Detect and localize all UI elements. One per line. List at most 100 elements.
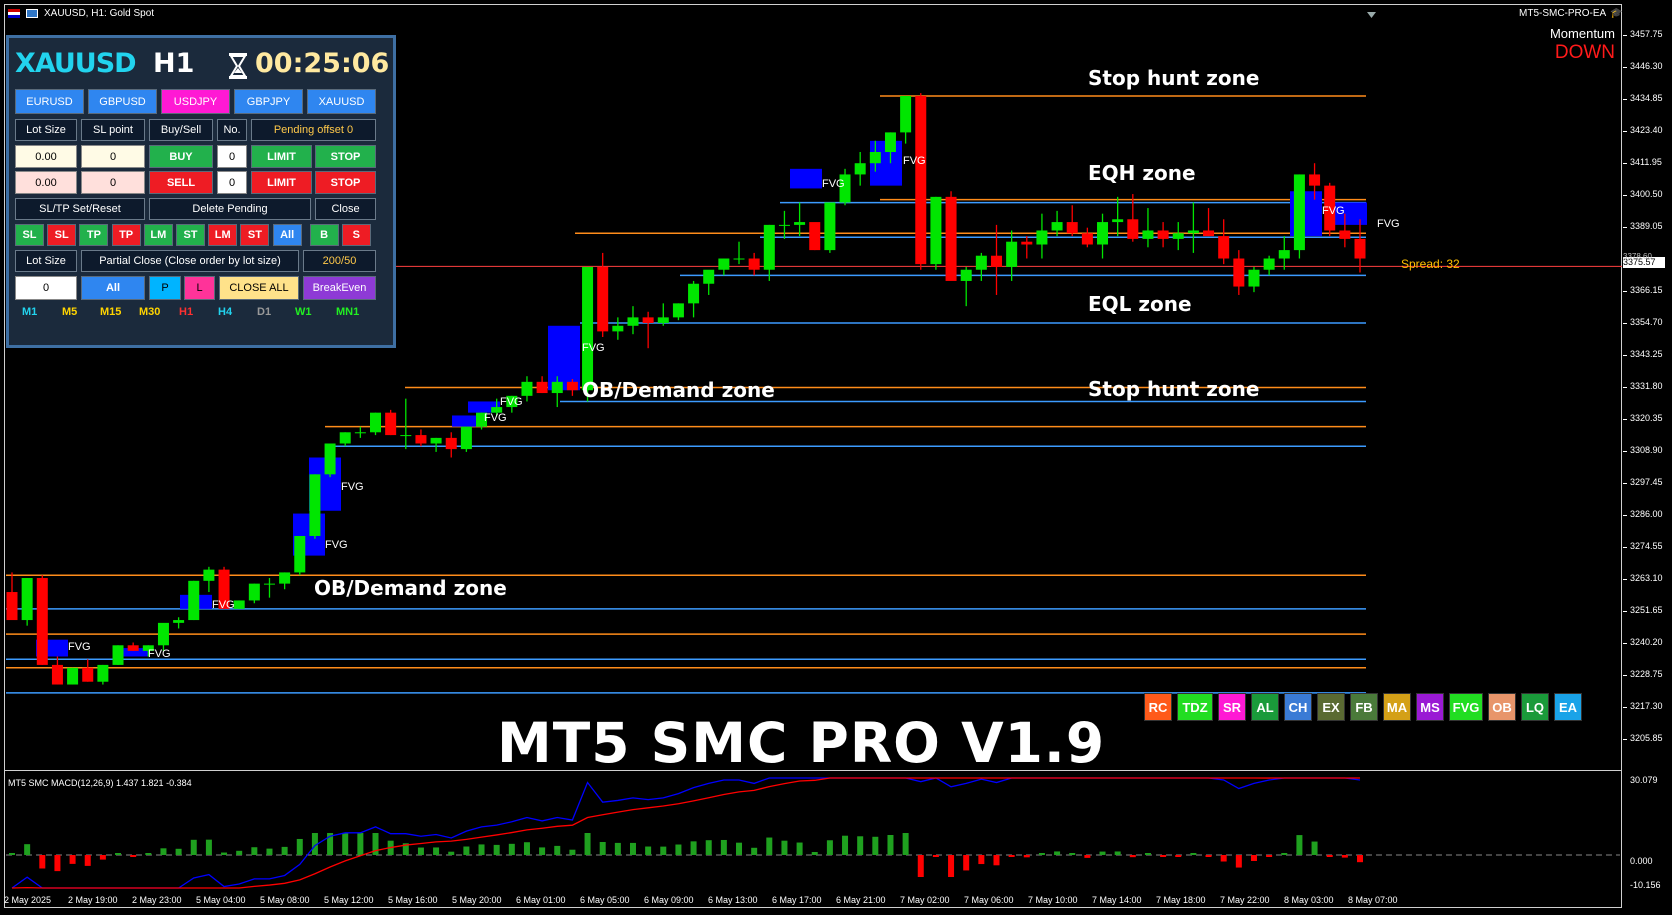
small-button-b[interactable]: B <box>309 224 339 246</box>
tf-mn1[interactable]: MN1 <box>336 306 359 318</box>
macd-histogram-bar <box>857 836 864 855</box>
sell-number-input[interactable] <box>217 171 247 194</box>
header-buy-sell: Buy/Sell <box>149 119 213 141</box>
sell-sl-input[interactable] <box>81 171 145 194</box>
tf-w1[interactable]: W1 <box>295 306 312 318</box>
sltp-set-reset-label[interactable]: SL/TP Set/Reset <box>15 198 145 220</box>
buy-limit-button[interactable]: LIMIT <box>251 145 312 168</box>
header-sl-point: SL point <box>81 119 145 141</box>
sell-button[interactable]: SELL <box>149 171 213 194</box>
macd-histogram-bar <box>433 847 440 855</box>
close-all-lots-button[interactable]: All <box>81 276 145 300</box>
pair-button-gbpjpy[interactable]: GBPJPY <box>234 89 303 114</box>
time-tick: 7 May 18:00 <box>1156 895 1206 905</box>
macd-histogram-bar <box>993 855 1000 866</box>
tf-h1[interactable]: H1 <box>179 306 193 318</box>
close-label[interactable]: Close <box>315 198 376 220</box>
time-tick: 8 May 03:00 <box>1284 895 1334 905</box>
time-tick: 7 May 22:00 <box>1220 895 1270 905</box>
time-tick: 6 May 05:00 <box>580 895 630 905</box>
macd-histogram-bar <box>9 853 15 855</box>
close-profit-button[interactable]: P <box>149 276 181 300</box>
panel-timer: 00:25:06 <box>255 48 390 79</box>
buy-number-input[interactable] <box>217 145 247 168</box>
macd-histogram-bar <box>251 847 258 855</box>
tf-h4[interactable]: H4 <box>218 306 232 318</box>
macd-histogram-bar <box>539 847 546 855</box>
time-tick: 8 May 07:00 <box>1348 895 1398 905</box>
sell-stop-button[interactable]: STOP <box>315 171 376 194</box>
macd-histogram-bar <box>599 841 606 855</box>
macd-histogram-bar <box>660 846 667 855</box>
delete-pending-label[interactable]: Delete Pending <box>149 198 311 220</box>
macd-histogram-bar <box>342 833 349 855</box>
time-tick: 7 May 14:00 <box>1092 895 1142 905</box>
macd-histogram-bar <box>675 844 682 855</box>
buy-stop-button[interactable]: STOP <box>315 145 376 168</box>
time-tick: 6 May 21:00 <box>836 895 886 905</box>
small-button-lm-buy[interactable]: LM <box>143 224 173 246</box>
macd-histogram-bar <box>1190 853 1197 855</box>
close-lot-input[interactable] <box>15 276 77 300</box>
macd-histogram-bar <box>569 849 576 855</box>
small-button-all[interactable]: All <box>272 224 302 246</box>
time-tick: 2 May 19:00 <box>68 895 118 905</box>
breakeven-button[interactable]: BreakEven <box>303 276 376 300</box>
partial-close-value: 200/50 <box>303 250 376 272</box>
macd-histogram-bar <box>1129 855 1136 858</box>
macd-histogram-bar <box>417 847 424 855</box>
small-button-lm-sell[interactable]: LM <box>208 224 238 246</box>
close-loss-button[interactable]: L <box>184 276 215 300</box>
pair-button-gbpusd[interactable]: GBPUSD <box>88 89 157 114</box>
small-button-tp-buy[interactable]: TP <box>79 224 109 246</box>
macd-signal-line <box>11 777 1360 889</box>
close-all-button[interactable]: CLOSE ALL <box>219 276 299 300</box>
sell-lot-input[interactable] <box>15 171 77 194</box>
macd-axis-zero: 0.000 <box>1630 856 1653 866</box>
buy-lot-input[interactable] <box>15 145 77 168</box>
macd-axis-bottom: -10.156 <box>1630 880 1661 890</box>
panel-symbol: XAUUSD <box>15 48 137 79</box>
macd-histogram-bar <box>39 855 46 869</box>
tf-m30[interactable]: M30 <box>139 306 160 318</box>
time-tick: 7 May 10:00 <box>1028 895 1078 905</box>
tf-m5[interactable]: M5 <box>62 306 77 318</box>
macd-histogram-bar <box>84 855 91 866</box>
macd-histogram-bar <box>1054 851 1061 855</box>
small-button-st-buy[interactable]: ST <box>176 224 205 246</box>
macd-histogram-bar <box>281 846 288 855</box>
macd-histogram-bar <box>1250 855 1257 861</box>
small-button-sl-sell[interactable]: SL <box>47 224 77 246</box>
time-tick: 5 May 04:00 <box>196 895 246 905</box>
pair-button-xauusd[interactable]: XAUUSD <box>307 89 376 114</box>
small-button-st-sell[interactable]: ST <box>240 224 270 246</box>
time-tick: 6 May 09:00 <box>644 895 694 905</box>
macd-histogram-bar <box>1175 855 1182 857</box>
macd-histogram-bar <box>357 833 364 855</box>
tf-m1[interactable]: M1 <box>22 306 37 318</box>
time-tick: 5 May 20:00 <box>452 895 502 905</box>
macd-histogram-bar <box>130 855 137 857</box>
macd-histogram-bar <box>872 836 879 855</box>
buy-sl-input[interactable] <box>81 145 145 168</box>
macd-axis-top: 30.079 <box>1630 775 1658 785</box>
small-button-tp-sell[interactable]: TP <box>111 224 141 246</box>
time-axis: 2 May 2025 2 May 19:00 2 May 23:00 5 May 04… <box>4 893 1622 909</box>
macd-histogram-bar <box>1069 853 1076 855</box>
small-button-s[interactable]: S <box>341 224 371 246</box>
macd-histogram-bar <box>1357 855 1363 863</box>
macd-histogram-bar <box>766 837 773 855</box>
pair-button-usdjpy[interactable]: USDJPY <box>161 89 230 114</box>
pair-button-eurusd[interactable]: EURUSD <box>15 89 84 114</box>
macd-histogram-bar <box>508 843 515 855</box>
macd-histogram-bar <box>205 839 212 855</box>
sell-limit-button[interactable]: LIMIT <box>251 171 312 194</box>
tf-d1[interactable]: D1 <box>257 306 271 318</box>
macd-histogram-bar <box>1341 855 1348 858</box>
macd-histogram-bar <box>1296 835 1303 855</box>
small-button-sl-buy[interactable]: SL <box>15 224 44 246</box>
buy-button[interactable]: BUY <box>149 145 213 168</box>
macd-histogram-bar <box>1205 855 1212 857</box>
macd-histogram-bar <box>1311 841 1318 855</box>
tf-m15[interactable]: M15 <box>100 306 121 318</box>
